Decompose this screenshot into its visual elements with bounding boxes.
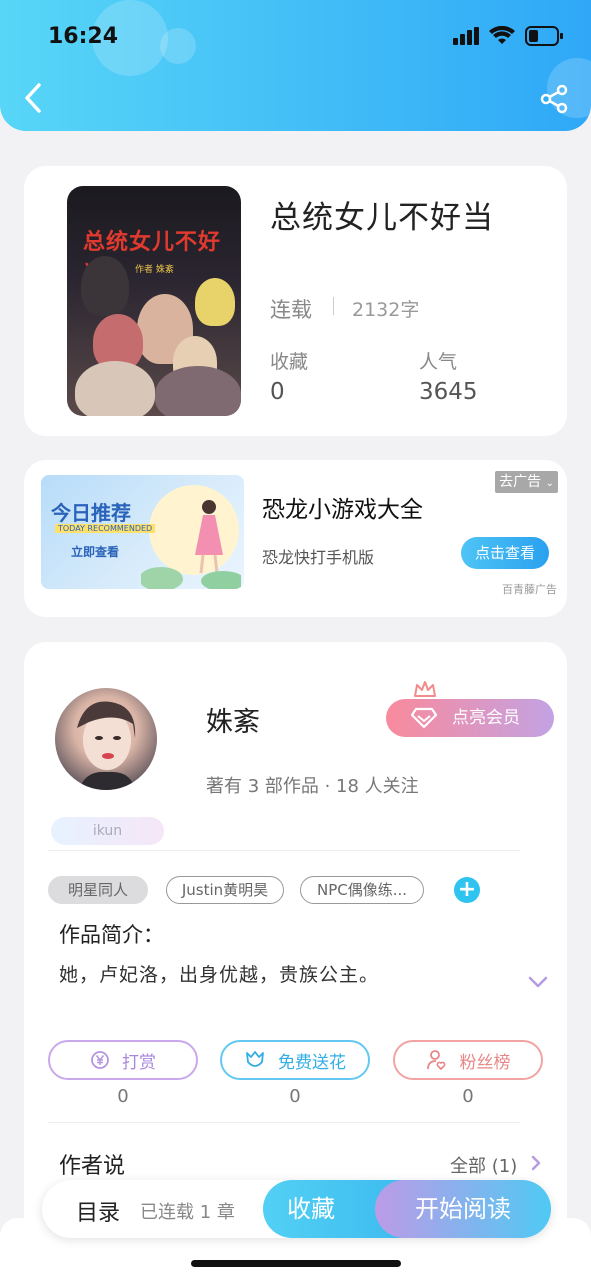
tag-chip[interactable]: NPC偶像练... — [300, 876, 424, 904]
share-icon — [540, 84, 568, 114]
cover-figure — [81, 256, 129, 316]
fans-ranking-button[interactable]: 粉丝榜 — [393, 1040, 543, 1080]
flower-count: 0 — [289, 1086, 301, 1107]
reward-count: 0 — [117, 1086, 129, 1107]
diamond-icon — [410, 707, 438, 729]
status-icons — [453, 26, 563, 46]
chevron-down-icon: ⌄ — [545, 478, 554, 489]
wifi-icon — [489, 26, 515, 44]
ad-banner-image[interactable]: 今日推荐 TODAY RECOMMENDED 立即查看 — [41, 475, 244, 589]
reward-button[interactable]: 打赏 — [48, 1040, 198, 1080]
home-indicator — [191, 1260, 401, 1267]
author-says-heading: 作者说 — [59, 1154, 126, 1179]
cover-figure — [75, 361, 155, 416]
start-reading-button[interactable]: 开始阅读 — [375, 1180, 551, 1238]
table-of-contents-button[interactable]: 目录 — [76, 1195, 120, 1227]
ad-card[interactable]: 今日推荐 TODAY RECOMMENDED 立即查看 恐龙小游戏大全 恐龙快打… — [24, 460, 567, 617]
ad-cta-button[interactable]: 点击查看 — [461, 537, 549, 569]
tag-chip[interactable]: Justin黄明昊 — [166, 876, 284, 904]
chevron-right-icon[interactable] — [529, 1154, 543, 1172]
plant-illustration-icon — [141, 567, 241, 589]
book-cover[interactable]: 总统女儿不好当 作者 姝紊 — [67, 186, 241, 416]
send-flower-button[interactable]: 免费送花 — [220, 1040, 370, 1080]
avatar[interactable] — [55, 688, 157, 790]
divider — [48, 850, 520, 851]
header-bar: 16:24 — [0, 0, 591, 131]
fans-ranking-label: 粉丝榜 — [459, 1052, 511, 1073]
add-tag-button[interactable]: + — [454, 877, 480, 903]
chapter-status: 已连载 1 章 — [140, 1202, 235, 1223]
favorites-label: 收藏 — [270, 351, 309, 373]
cover-subtitle: 作者 姝紊 — [135, 265, 174, 275]
user-heart-icon — [426, 1050, 445, 1071]
intro-text: 她，卢妃洛，出身优越，贵族公主。 — [59, 964, 380, 986]
intro-label: 作品简介： — [59, 923, 164, 947]
book-info-card: 总统女儿不好当 作者 姝紊 总统女儿不好当 连载 2132字 收藏 0 人气 3… — [24, 166, 567, 436]
flower-icon — [246, 1051, 264, 1067]
ad-subtitle: 恐龙快打手机版 — [262, 548, 375, 567]
cellular-signal-icon — [453, 27, 479, 45]
favorites-value: 0 — [270, 379, 285, 405]
ad-banner-subtitle: TODAY RECOMMENDED — [55, 524, 156, 533]
fans-count: 0 — [462, 1086, 474, 1107]
cover-figure — [155, 366, 241, 416]
divider — [48, 1122, 520, 1123]
divider — [333, 297, 334, 315]
author-name: 姝紊 — [206, 707, 260, 738]
remove-ad-button[interactable]: 去广告 ⌄ — [495, 471, 558, 493]
avatar-face-icon — [77, 701, 136, 790]
view-all-link[interactable]: 全部 (1) — [450, 1152, 517, 1178]
word-count: 2132字 — [352, 299, 420, 321]
popularity-label: 人气 — [419, 351, 458, 373]
chevron-down-icon[interactable] — [527, 974, 549, 990]
popularity-value: 3645 — [419, 379, 478, 405]
decor-bubble — [160, 28, 196, 64]
tag-chip[interactable]: 明星同人 — [48, 876, 148, 904]
author-card: 姝紊 著有 3 部作品 · 18 人关注 点亮会员 ikun 明星同人 Just… — [24, 642, 567, 1242]
bottom-action-bar: 目录 已连载 1 章 收藏 开始阅读 — [42, 1180, 551, 1238]
share-button[interactable] — [539, 84, 569, 114]
fan-badge: ikun — [51, 817, 164, 845]
status-time: 16:24 — [48, 24, 119, 49]
author-stats: 著有 3 部作品 · 18 人关注 — [206, 776, 419, 797]
battery-icon — [525, 26, 563, 46]
send-flower-label: 免费送花 — [278, 1052, 346, 1073]
vip-button-label: 点亮会员 — [452, 708, 520, 728]
reward-label: 打赏 — [122, 1052, 156, 1073]
ad-title: 恐龙小游戏大全 — [262, 497, 423, 523]
ad-banner-button: 立即查看 — [71, 545, 120, 559]
crown-icon — [414, 681, 436, 697]
book-title: 总统女儿不好当 — [270, 200, 494, 236]
cover-figure — [195, 278, 235, 326]
yuan-coin-icon — [91, 1051, 109, 1069]
ad-source: 百青藤广告 — [502, 583, 557, 596]
serial-status-label: 连载 — [270, 298, 312, 322]
ad-banner-title: 今日推荐 — [51, 501, 131, 525]
remove-ad-label: 去广告 — [499, 474, 542, 490]
back-button[interactable] — [20, 80, 48, 116]
chevron-left-icon — [25, 83, 41, 113]
